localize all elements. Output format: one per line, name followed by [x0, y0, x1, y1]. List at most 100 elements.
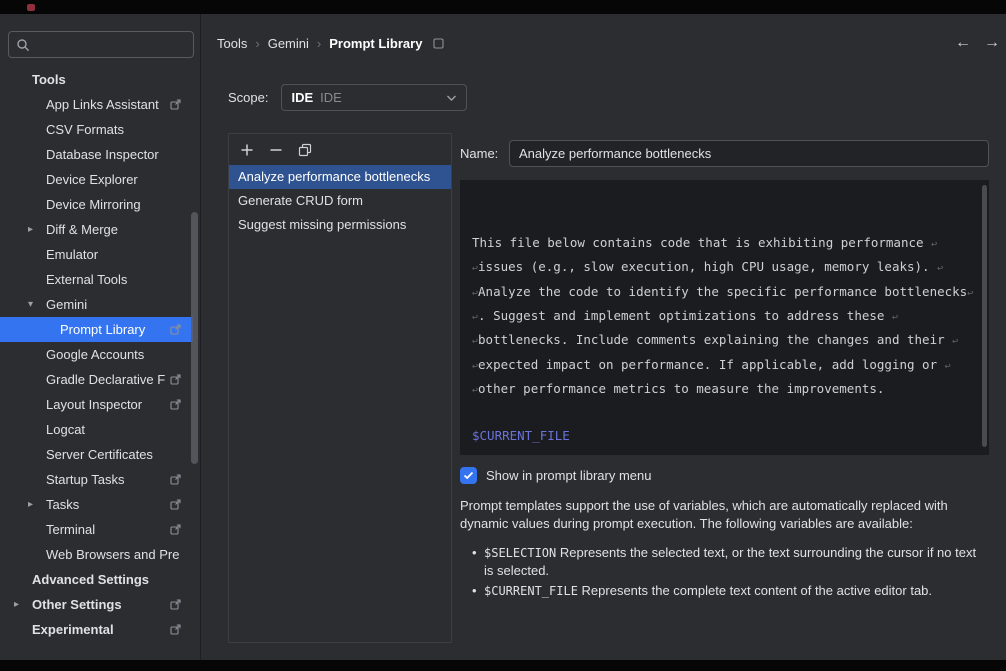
scope-value: IDE — [291, 90, 313, 105]
back-button[interactable]: ← — [955, 34, 971, 52]
sidebar-item-label: Emulator — [46, 247, 98, 262]
sidebar-item-layout-inspector[interactable]: Layout Inspector — [0, 392, 193, 417]
soft-wrap-icon: ↩ — [937, 263, 943, 274]
sidebar-item-csv-formats[interactable]: CSV Formats — [0, 117, 193, 142]
prompt-item-suggest-missing-permissions[interactable]: Suggest missing permissions — [229, 213, 451, 237]
scope-dropdown[interactable]: IDE IDE — [281, 84, 467, 111]
external-open-icon — [170, 624, 181, 635]
chevron-right-icon[interactable]: ▸ — [28, 499, 46, 510]
soft-wrap-icon: ↩ — [952, 336, 958, 347]
breadcrumb-separator: › — [247, 36, 267, 51]
sidebar-item-label: App Links Assistant — [46, 97, 159, 112]
editor-line: This file below contains code that is ex… — [472, 232, 977, 256]
chevron-down-icon — [446, 94, 457, 102]
sidebar-item-label: Device Mirroring — [46, 197, 141, 212]
name-row: Name: — [460, 140, 989, 167]
scope-row: Scope: IDE IDE — [228, 84, 467, 111]
sidebar-item-tools[interactable]: Tools — [0, 67, 193, 92]
forward-button[interactable]: → — [984, 34, 1000, 52]
add-button[interactable] — [240, 143, 254, 157]
settings-window: Tools App Links Assistant CSV Formats Datab… — [0, 0, 1006, 671]
prompt-list-toolbar — [229, 134, 451, 165]
editor-line: ↩issues (e.g., slow execution, high CPU … — [472, 256, 977, 280]
show-in-menu-checkbox[interactable] — [460, 467, 477, 484]
sidebar-item-external-tools[interactable]: External Tools — [0, 267, 193, 292]
chevron-right-icon[interactable]: ▸ — [14, 599, 32, 610]
sidebar-item-advanced-settings[interactable]: Advanced Settings — [0, 567, 193, 592]
sidebar-item-other-settings[interactable]: ▸Other Settings — [0, 592, 193, 617]
editor-line: ↩other performance metrics to measure th… — [472, 378, 977, 402]
breadcrumb-item-tools[interactable]: Tools — [217, 36, 247, 51]
search-icon — [16, 38, 30, 52]
chevron-down-icon[interactable]: ▾ — [28, 299, 46, 310]
sidebar-item-startup-tasks[interactable]: Startup Tasks — [0, 467, 193, 492]
sidebar-item-label: Advanced Settings — [32, 572, 149, 587]
breadcrumb: Tools›Gemini›Prompt Library — [217, 36, 444, 51]
chevron-right-icon[interactable]: ▸ — [28, 224, 46, 235]
prompt-text-editor[interactable]: This file below contains code that is ex… — [460, 180, 989, 455]
sidebar-item-terminal[interactable]: Terminal — [0, 517, 193, 542]
external-open-icon — [170, 399, 181, 410]
sidebar-item-label: Tasks — [46, 497, 79, 512]
sidebar-item-emulator[interactable]: Emulator — [0, 242, 193, 267]
sidebar-item-gradle-declarative-f[interactable]: Gradle Declarative F — [0, 367, 193, 392]
sidebar-item-label: Startup Tasks — [46, 472, 125, 487]
variable-description: Represents the complete text content of … — [578, 583, 932, 598]
breadcrumb-item-gemini[interactable]: Gemini — [268, 36, 309, 51]
sidebar-item-diff-merge[interactable]: ▸Diff & Merge — [0, 217, 193, 242]
sidebar-item-label: Experimental — [32, 622, 114, 637]
scope-label: Scope: — [228, 90, 268, 105]
soft-wrap-icon: ↩ — [967, 288, 973, 299]
settings-badge-icon[interactable] — [433, 38, 444, 49]
variable-name: $CURRENT_FILE — [484, 584, 578, 598]
show-in-menu-row[interactable]: Show in prompt library menu — [460, 467, 989, 484]
editor-line: ↩expected impact on performance. If appl… — [472, 354, 977, 378]
sidebar-item-database-inspector[interactable]: Database Inspector — [0, 142, 193, 167]
sidebar-item-app-links-assistant[interactable]: App Links Assistant — [0, 92, 193, 117]
editor-line: ↩. Suggest and implement optimizations t… — [472, 305, 977, 329]
window-titlebar — [0, 0, 1006, 14]
sidebar-item-label: Device Explorer — [46, 172, 138, 187]
search-input[interactable] — [35, 37, 186, 52]
name-label: Name: — [460, 146, 509, 161]
settings-search[interactable] — [8, 31, 194, 58]
prompt-item-generate-crud-form[interactable]: Generate CRUD form — [229, 189, 451, 213]
external-open-icon — [170, 499, 181, 510]
sidebar-scrollbar[interactable] — [191, 212, 198, 464]
sidebar-item-label: Google Accounts — [46, 347, 144, 362]
duplicate-button[interactable] — [298, 143, 312, 157]
breadcrumb-item-prompt-library[interactable]: Prompt Library — [329, 36, 422, 51]
editor-lines: This file below contains code that is ex… — [472, 232, 977, 448]
sidebar-item-google-accounts[interactable]: Google Accounts — [0, 342, 193, 367]
sidebar-item-logcat[interactable]: Logcat — [0, 417, 193, 442]
sidebar-item-label: CSV Formats — [46, 122, 124, 137]
sidebar-item-device-explorer[interactable]: Device Explorer — [0, 167, 193, 192]
soft-wrap-icon: ↩ — [931, 239, 937, 250]
remove-button[interactable] — [269, 143, 283, 157]
sidebar-item-label: Diff & Merge — [46, 222, 118, 237]
sidebar-item-web-browsers-and-pre[interactable]: Web Browsers and Pre — [0, 542, 193, 567]
prompt-list: Analyze performance bottlenecksGenerate … — [229, 165, 451, 237]
breadcrumb-separator: › — [309, 36, 329, 51]
variable-help-item: $CURRENT_FILE Represents the complete te… — [472, 582, 986, 600]
history-nav: ← → — [955, 34, 1000, 52]
sidebar-item-label: Layout Inspector — [46, 397, 142, 412]
sidebar-item-prompt-library[interactable]: Prompt Library — [0, 317, 193, 342]
sidebar-item-server-certificates[interactable]: Server Certificates — [0, 442, 193, 467]
prompt-name-input[interactable] — [509, 140, 989, 167]
sidebar-item-gemini[interactable]: ▾Gemini — [0, 292, 193, 317]
editor-line: ↩Analyze the code to identify the specif… — [472, 281, 977, 305]
sidebar-item-tasks[interactable]: ▸Tasks — [0, 492, 193, 517]
sidebar-item-label: Prompt Library — [60, 322, 145, 337]
editor-scrollbar[interactable] — [982, 185, 987, 447]
prompt-item-analyze-performance-bottlenecks[interactable]: Analyze performance bottlenecks — [229, 165, 451, 189]
sidebar-item-label: Logcat — [46, 422, 85, 437]
prompt-detail-panel: Name: This file below contains code that… — [460, 140, 989, 602]
external-open-icon — [170, 474, 181, 485]
window-bottom-edge — [0, 660, 1006, 671]
sidebar-item-label: Server Certificates — [46, 447, 153, 462]
sidebar-item-device-mirroring[interactable]: Device Mirroring — [0, 192, 193, 217]
sidebar-item-experimental[interactable]: Experimental — [0, 617, 193, 642]
settings-sidebar: Tools App Links Assistant CSV Formats Datab… — [0, 14, 201, 660]
sidebar-item-label: Database Inspector — [46, 147, 159, 162]
